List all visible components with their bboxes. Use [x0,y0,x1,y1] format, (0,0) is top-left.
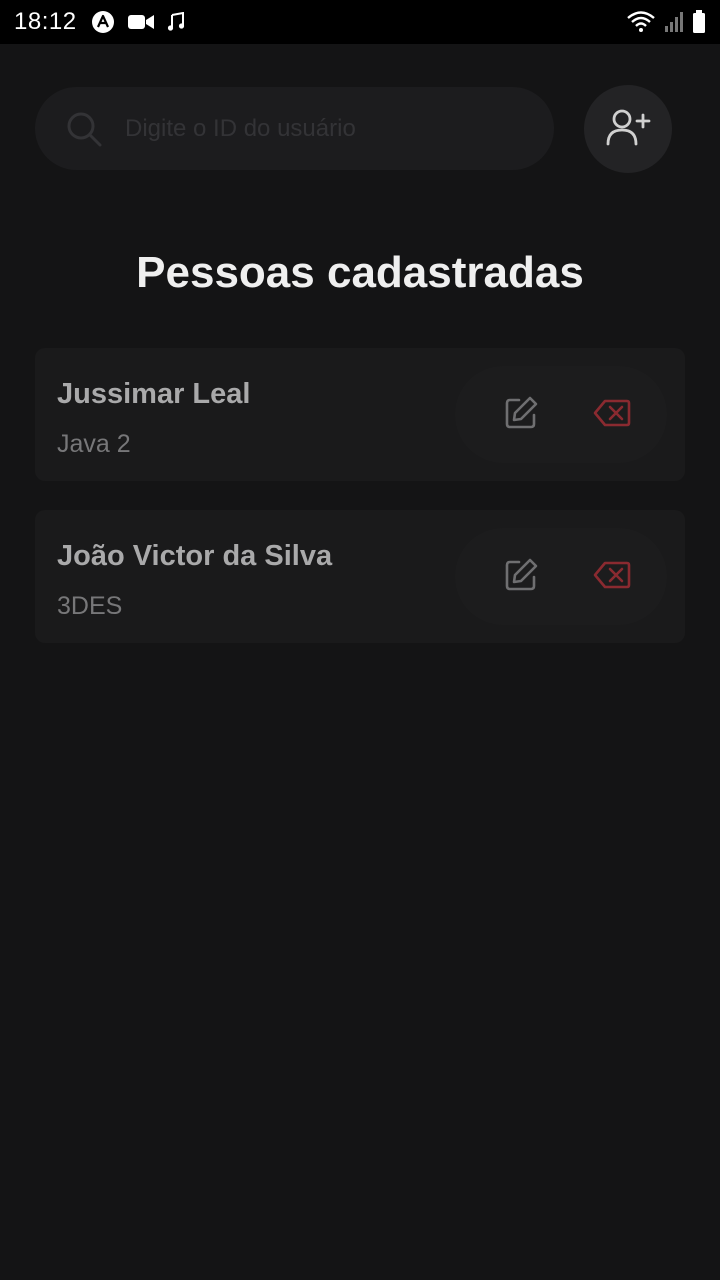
edit-icon [503,395,539,436]
app-screen: 18:12 Digite o ID do usuário Pessoas cad… [0,0,720,1280]
app-a-icon [91,10,115,34]
backspace-delete-icon [593,561,631,594]
person-card: Jussimar Leal Java 2 [35,348,685,481]
person-card: João Victor da Silva 3DES [35,510,685,643]
delete-button[interactable] [591,394,633,436]
page-title: Pessoas cadastradas [136,248,584,297]
person-name: João Victor da Silva [57,540,333,572]
signal-icon [664,11,684,33]
status-time: 18:12 [14,8,77,35]
delete-button[interactable] [591,556,633,598]
status-left-icons [91,10,185,34]
card-actions [455,366,667,463]
add-user-icon [605,107,651,152]
status-bar: 18:12 [0,0,720,44]
card-actions [455,528,667,625]
search-icon [65,110,103,148]
person-name: Jussimar Leal [57,378,251,410]
person-course: Java 2 [57,430,131,458]
backspace-delete-icon [593,399,631,432]
edit-icon [503,557,539,598]
edit-button[interactable] [500,394,542,436]
edit-button[interactable] [500,556,542,598]
video-camera-icon [127,12,155,32]
music-note-icon [167,12,185,32]
status-right-icons [626,10,706,34]
add-user-button[interactable] [584,85,672,173]
search-input[interactable] [125,114,505,143]
search-bar[interactable] [35,87,554,170]
wifi-icon [626,10,656,34]
person-course: 3DES [57,592,123,620]
battery-icon [692,10,706,34]
